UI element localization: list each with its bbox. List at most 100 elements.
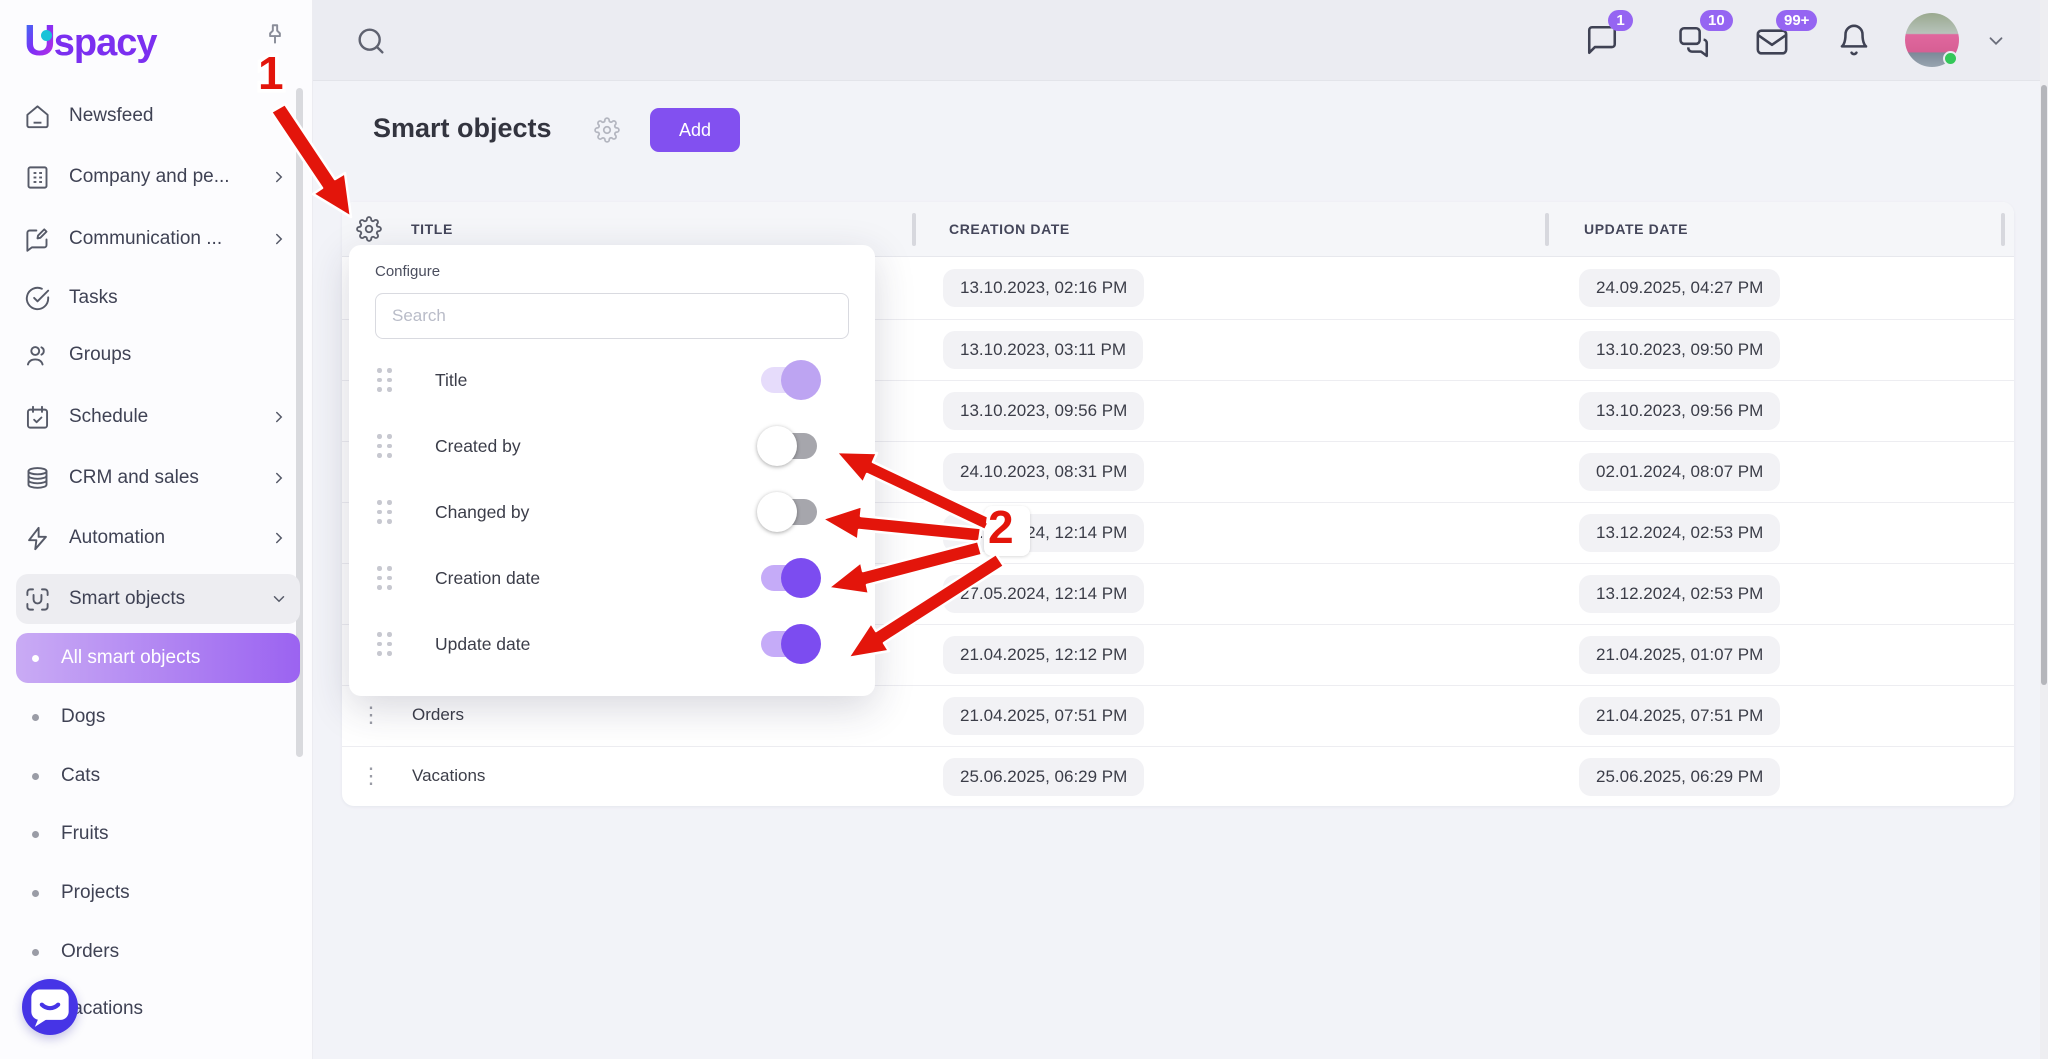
sidebar-item-schedule[interactable]: Schedule bbox=[16, 392, 300, 442]
update-date-chip: 21.04.2025, 01:07 PM bbox=[1579, 636, 1780, 674]
page-settings-gear-icon[interactable] bbox=[594, 117, 620, 143]
popup-title: Configure bbox=[375, 263, 849, 280]
field-label: Changed by bbox=[435, 502, 761, 523]
popup-field-created-by: Created by bbox=[375, 413, 849, 479]
creation-date-chip: 13.10.2023, 02:16 PM bbox=[943, 269, 1144, 307]
creation-date-chip: 27.05.2024, 12:14 PM bbox=[943, 575, 1144, 613]
sidebar-item-crm[interactable]: CRM and sales bbox=[16, 453, 300, 503]
row-menu-icon[interactable]: ⋮ bbox=[360, 700, 382, 731]
sidebar-item-smart-objects[interactable]: Smart objects bbox=[16, 574, 300, 624]
column-header-update-date: UPDATE DATE bbox=[1584, 221, 1688, 237]
popup-field-creation-date: Creation date bbox=[375, 545, 849, 611]
chevron-down-icon[interactable] bbox=[1983, 30, 2009, 52]
sidebar-item-label: Projects bbox=[61, 882, 130, 904]
sidebar-item-label: All smart objects bbox=[61, 647, 200, 669]
popup-field-title: Title bbox=[375, 347, 849, 413]
check-circle-icon bbox=[24, 285, 51, 312]
chat-pen-icon bbox=[24, 226, 51, 253]
bullet-icon bbox=[32, 831, 39, 838]
sidebar-item-groups[interactable]: Groups bbox=[16, 330, 300, 380]
sidebar-item-label: Newsfeed bbox=[69, 105, 154, 127]
toggle-creation-date[interactable] bbox=[761, 565, 817, 591]
add-button[interactable]: Add bbox=[650, 108, 740, 152]
update-date-chip: 24.09.2025, 04:27 PM bbox=[1579, 269, 1780, 307]
update-date-chip: 13.10.2023, 09:56 PM bbox=[1579, 392, 1780, 430]
creation-date-chip: 25.06.2025, 06:29 PM bbox=[943, 758, 1144, 796]
column-resize-handle[interactable] bbox=[912, 213, 916, 246]
table-settings-gear-icon[interactable] bbox=[356, 216, 382, 242]
sidebar-item-projects[interactable]: Projects bbox=[16, 868, 300, 918]
support-chat-button[interactable] bbox=[22, 979, 78, 1035]
topbar: 1 10 99+ bbox=[313, 0, 2048, 81]
building-icon bbox=[24, 164, 51, 191]
field-label: Update date bbox=[435, 634, 761, 655]
toggle-changed-by[interactable] bbox=[761, 499, 817, 525]
update-date-chip: 25.06.2025, 06:29 PM bbox=[1579, 758, 1780, 796]
mail-badge: 99+ bbox=[1776, 10, 1817, 31]
sidebar-item-automation[interactable]: Automation bbox=[16, 513, 300, 563]
sidebar-item-label: Communication ... bbox=[69, 228, 222, 250]
creation-date-chip: 13.10.2023, 09:56 PM bbox=[943, 392, 1144, 430]
row-title: Vacations bbox=[412, 766, 485, 786]
sidebar-item-tasks[interactable]: Tasks bbox=[16, 273, 300, 323]
sidebar-item-label: CRM and sales bbox=[69, 467, 199, 489]
calendar-icon bbox=[24, 404, 51, 431]
popup-search-input[interactable] bbox=[375, 293, 849, 339]
toggle-title[interactable] bbox=[761, 367, 817, 393]
sidebar-item-fruits[interactable]: Fruits bbox=[16, 809, 300, 859]
bell-icon[interactable] bbox=[1837, 23, 1871, 57]
scan-u-icon bbox=[24, 586, 51, 613]
column-resize-handle[interactable] bbox=[1545, 213, 1549, 246]
field-label: Creation date bbox=[435, 568, 761, 589]
sidebar-item-company[interactable]: Company and pe... bbox=[16, 152, 300, 202]
annotation-halo bbox=[984, 506, 1030, 556]
creation-date-chip: 24.10.2023, 08:31 PM bbox=[943, 453, 1144, 491]
sidebar-item-dogs[interactable]: Dogs bbox=[16, 692, 300, 742]
bullet-icon bbox=[32, 890, 39, 897]
update-date-chip: 13.12.2024, 02:53 PM bbox=[1579, 575, 1780, 613]
pin-icon[interactable] bbox=[262, 22, 288, 48]
sidebar-item-all-smart-objects[interactable]: All smart objects bbox=[16, 633, 300, 683]
field-label: Created by bbox=[435, 436, 761, 457]
avatar[interactable] bbox=[1905, 13, 1959, 67]
drag-handle-icon[interactable] bbox=[377, 566, 391, 590]
column-header-title: TITLE bbox=[411, 221, 453, 237]
creation-date-chip: 21.04.2025, 07:51 PM bbox=[943, 697, 1144, 735]
search-icon[interactable] bbox=[355, 25, 387, 57]
sidebar-item-label: Schedule bbox=[69, 406, 148, 428]
sidebar-item-orders[interactable]: Orders bbox=[16, 927, 300, 977]
update-date-chip: 13.10.2023, 09:50 PM bbox=[1579, 331, 1780, 369]
table-row[interactable]: ⋮ Vacations 25.06.2025, 06:29 PM 25.06.2… bbox=[342, 746, 2014, 807]
online-status-dot bbox=[1943, 51, 1958, 66]
sidebar-item-label: Dogs bbox=[61, 706, 105, 728]
drag-handle-icon[interactable] bbox=[377, 368, 391, 392]
sidebar-item-label: Smart objects bbox=[69, 588, 185, 610]
sidebar-item-label: Groups bbox=[69, 344, 131, 366]
toggle-update-date[interactable] bbox=[761, 631, 817, 657]
row-menu-icon[interactable]: ⋮ bbox=[360, 761, 382, 792]
page-title: Smart objects bbox=[373, 113, 552, 144]
group-chat-badge: 10 bbox=[1700, 10, 1733, 31]
column-resize-handle[interactable] bbox=[2001, 213, 2005, 246]
popup-field-changed-by: Changed by bbox=[375, 479, 849, 545]
update-date-chip: 02.01.2024, 08:07 PM bbox=[1579, 453, 1780, 491]
field-label: Title bbox=[435, 370, 761, 391]
sidebar-item-communication[interactable]: Communication ... bbox=[16, 214, 300, 264]
drag-handle-icon[interactable] bbox=[377, 434, 391, 458]
toggle-created-by[interactable] bbox=[761, 433, 817, 459]
sidebar: Uspacy Newsfeed Company and pe... Commun… bbox=[0, 0, 313, 1059]
creation-date-chip: 13.10.2023, 03:11 PM bbox=[943, 331, 1143, 369]
uspacy-logo[interactable]: Uspacy bbox=[24, 16, 157, 66]
bullet-icon bbox=[32, 773, 39, 780]
chat-badge: 1 bbox=[1608, 10, 1633, 31]
update-date-chip: 13.12.2024, 02:53 PM bbox=[1579, 514, 1780, 552]
sidebar-item-newsfeed[interactable]: Newsfeed bbox=[16, 91, 300, 141]
drag-handle-icon[interactable] bbox=[377, 500, 391, 524]
sidebar-item-label: Fruits bbox=[61, 823, 109, 845]
sidebar-item-cats[interactable]: Cats bbox=[16, 751, 300, 801]
drag-handle-icon[interactable] bbox=[377, 632, 391, 656]
chevron-right-icon bbox=[270, 469, 288, 487]
app-window: 1 10 99+ Uspacy Newsfeed Company and bbox=[0, 0, 2048, 1059]
window-scrollbar[interactable] bbox=[2040, 0, 2048, 1059]
sidebar-item-label: Orders bbox=[61, 941, 119, 963]
